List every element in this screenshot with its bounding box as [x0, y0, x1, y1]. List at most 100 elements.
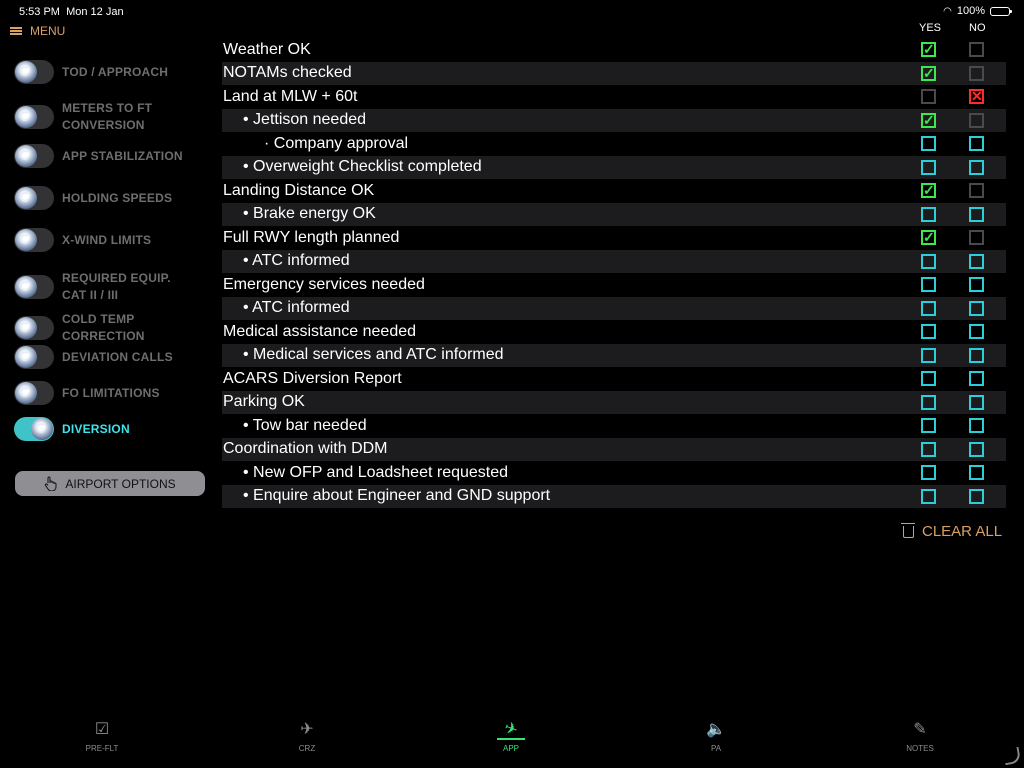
- tab-label: PRE-FLT: [85, 744, 119, 753]
- tab-notes[interactable]: ✎ NOTES: [880, 718, 960, 753]
- trash-icon: [901, 522, 915, 538]
- tab-pa[interactable]: 🔈 PA: [676, 718, 756, 753]
- toggle-switch[interactable]: [14, 60, 54, 84]
- yes-checkbox[interactable]: [921, 488, 936, 504]
- sidebar-item[interactable]: REQUIRED EQUIP. CAT II / III: [14, 270, 209, 304]
- toggle-switch[interactable]: [14, 144, 54, 168]
- yes-checkbox[interactable]: [921, 277, 936, 292]
- clear-all-button[interactable]: CLEAR ALL: [901, 522, 1002, 540]
- no-checkbox[interactable]: [969, 465, 984, 480]
- no-checkbox[interactable]: [969, 441, 984, 457]
- no-checkbox[interactable]: [969, 183, 984, 198]
- yes-checkbox[interactable]: ✓: [921, 182, 936, 198]
- toggle-knob-icon: [15, 61, 37, 83]
- battery-percent: 100%: [956, 5, 985, 17]
- battery-icon: [990, 6, 1012, 16]
- checklist-item-label: Weather OK: [223, 40, 311, 58]
- menu-button[interactable]: MENU: [10, 24, 65, 38]
- checklist-row: Coordination with DDM: [222, 437, 1006, 461]
- sidebar-item[interactable]: X-WIND LIMITS: [14, 228, 209, 252]
- checklist-row: • Brake energy OK: [222, 202, 1006, 226]
- tab-crz[interactable]: ✈ CRZ: [267, 718, 347, 753]
- no-checkbox[interactable]: [969, 253, 984, 269]
- no-checkbox[interactable]: [969, 65, 984, 81]
- toggle-knob-icon: [15, 229, 37, 251]
- no-checkbox[interactable]: [969, 300, 984, 316]
- yes-checkbox[interactable]: [921, 300, 936, 316]
- no-checkbox[interactable]: [969, 136, 984, 151]
- no-checkbox[interactable]: [969, 277, 984, 292]
- checkbox-icon: ☑: [94, 721, 110, 738]
- sidebar-item[interactable]: HOLDING SPEEDS: [14, 186, 209, 210]
- yes-checkbox[interactable]: [921, 206, 936, 222]
- no-checkbox[interactable]: [969, 206, 984, 222]
- toggle-knob-icon: [15, 106, 37, 128]
- checklist-row: • Medical services and ATC informed: [222, 343, 1006, 367]
- sidebar-item[interactable]: FO LIMITATIONS: [14, 381, 209, 405]
- sidebar-item-label: APP STABILIZATION: [62, 148, 183, 163]
- toggle-switch[interactable]: [14, 316, 54, 340]
- tab-pre-flt[interactable]: ☑ PRE-FLT: [62, 718, 142, 753]
- checklist-row: Emergency services needed: [222, 273, 1006, 297]
- plane-icon: ✈: [300, 721, 314, 738]
- checklist-item-label: Landing Distance OK: [223, 181, 375, 199]
- yes-checkbox[interactable]: [921, 371, 936, 386]
- yes-checkbox[interactable]: [921, 89, 936, 104]
- toggle-switch[interactable]: [14, 105, 54, 129]
- toggle-knob-icon: [31, 418, 53, 440]
- toggle-switch[interactable]: [14, 186, 54, 210]
- toggle-switch[interactable]: [14, 381, 54, 405]
- no-checkbox[interactable]: [969, 418, 984, 433]
- no-checkbox[interactable]: [969, 394, 984, 410]
- toggle-switch[interactable]: [14, 417, 54, 441]
- no-checkbox[interactable]: [969, 347, 984, 363]
- sidebar-item[interactable]: TOD / APPROACH: [14, 60, 209, 84]
- no-checkbox[interactable]: [969, 488, 984, 504]
- sidebar-item[interactable]: DEVIATION CALLS: [14, 345, 209, 369]
- no-checkbox[interactable]: [969, 42, 984, 57]
- checklist-item-label: Coordination with DDM: [223, 440, 388, 458]
- checklist-item-label: • Medical services and ATC informed: [243, 346, 504, 364]
- checklist-item-label: · Company approval: [264, 134, 409, 152]
- toggle-switch[interactable]: [14, 345, 54, 369]
- tab-app[interactable]: ✈ APP: [471, 718, 551, 753]
- checklist-row: ACARS Diversion Report: [222, 367, 1006, 391]
- yes-checkbox[interactable]: [921, 418, 936, 433]
- yes-checkbox[interactable]: [921, 253, 936, 269]
- no-checkbox[interactable]: [969, 230, 984, 245]
- sidebar-item-label: X-WIND LIMITS: [62, 232, 152, 247]
- toggle-switch[interactable]: [14, 228, 54, 252]
- yes-checkbox[interactable]: ✓: [921, 229, 936, 245]
- no-checkbox[interactable]: [969, 371, 984, 386]
- sidebar-item-label: HOLDING SPEEDS: [62, 190, 173, 205]
- sidebar-item[interactable]: DIVERSION: [14, 417, 209, 441]
- airport-options-button[interactable]: AIRPORT OPTIONS: [15, 471, 205, 496]
- yes-checkbox[interactable]: ✓: [921, 41, 936, 57]
- no-checkbox[interactable]: [969, 112, 984, 128]
- yes-checkbox[interactable]: [921, 347, 936, 363]
- yes-checkbox[interactable]: [921, 136, 936, 151]
- no-checkbox[interactable]: ✕: [969, 88, 984, 104]
- yes-checkbox[interactable]: [921, 441, 936, 457]
- yes-checkbox[interactable]: ✓: [921, 65, 936, 81]
- no-checkbox[interactable]: [969, 159, 984, 175]
- checklist-row: • ATC informed: [222, 296, 1006, 320]
- yes-checkbox[interactable]: [921, 324, 936, 339]
- menu-label: MENU: [30, 24, 66, 38]
- checklist-row: Parking OK: [222, 390, 1006, 414]
- sidebar-item[interactable]: COLD TEMP CORRECTION: [14, 311, 209, 345]
- no-checkbox[interactable]: [969, 324, 984, 339]
- yes-column-header: YES: [919, 22, 942, 34]
- checklist-item-label: • Brake energy OK: [243, 205, 376, 223]
- yes-checkbox[interactable]: [921, 394, 936, 410]
- checkmark-icon: ✓: [923, 182, 935, 198]
- checklist-row: · Company approval: [222, 132, 1006, 156]
- checklist-row: NOTAMs checked ✓: [222, 61, 1006, 85]
- sidebar-item[interactable]: APP STABILIZATION: [14, 144, 209, 168]
- yes-checkbox[interactable]: [921, 159, 936, 175]
- yes-checkbox[interactable]: [921, 465, 936, 480]
- toggle-switch[interactable]: [14, 275, 54, 299]
- sidebar-item[interactable]: METERS TO FT CONVERSION: [14, 100, 209, 134]
- yes-checkbox[interactable]: ✓: [921, 112, 936, 128]
- checklist-row: Medical assistance needed: [222, 320, 1006, 344]
